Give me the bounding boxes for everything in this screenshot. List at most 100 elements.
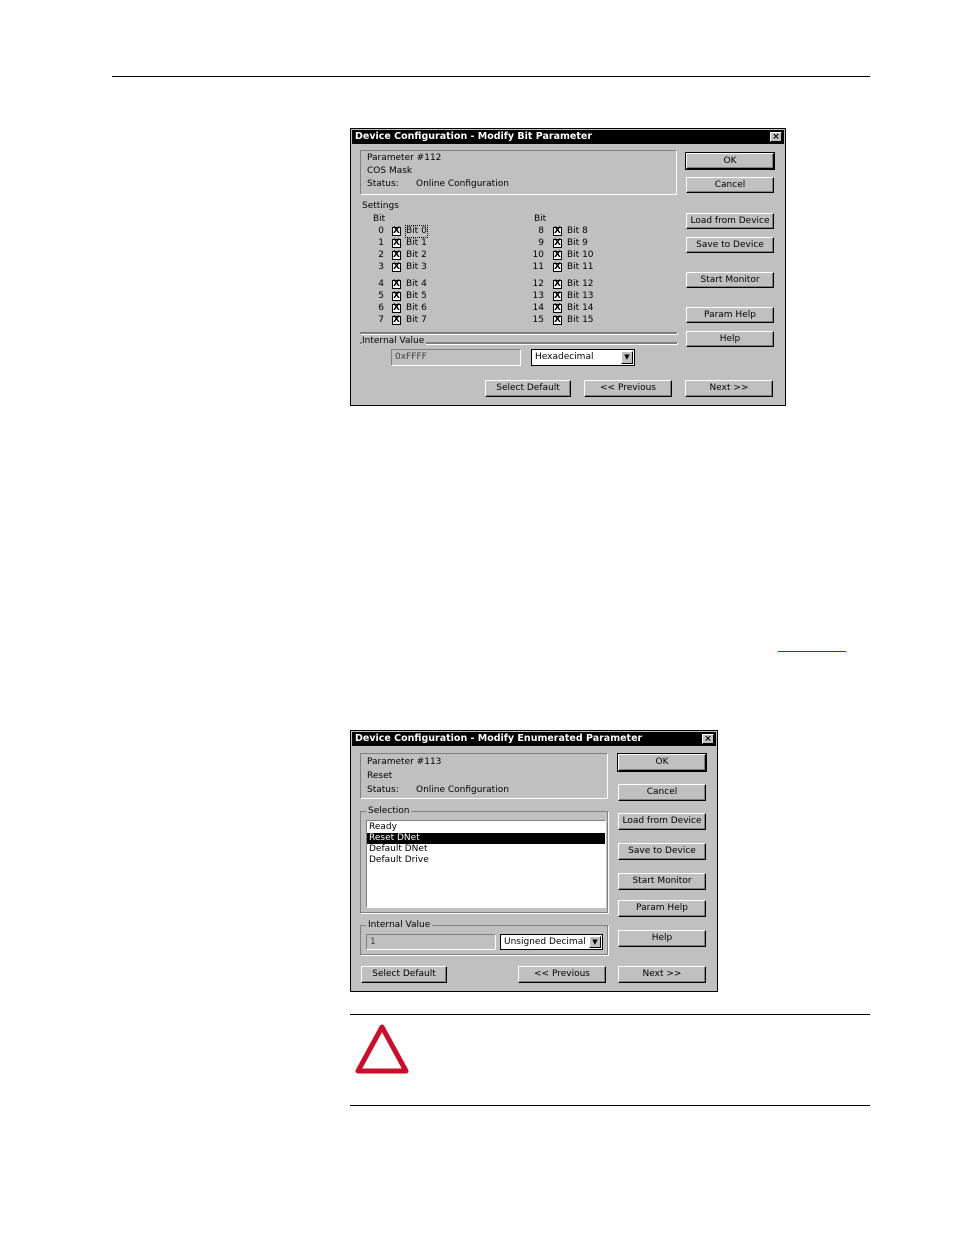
bit-label: Bit 12	[567, 279, 594, 289]
select-default-button[interactable]: Select Default	[361, 966, 447, 983]
bit-number: 14	[532, 303, 544, 313]
bit-checkbox[interactable]: X	[553, 239, 562, 248]
bit-checkbox[interactable]: X	[553, 292, 562, 301]
load-from-device-button[interactable]: Load from Device	[686, 213, 774, 229]
warning-bottom-rule	[350, 1105, 870, 1106]
list-item[interactable]: Ready	[367, 822, 605, 833]
bit-checkbox[interactable]: X	[553, 227, 562, 236]
bit-label: Bit 10	[567, 250, 594, 260]
bit-number: 10	[532, 250, 544, 260]
previous-button[interactable]: << Previous	[518, 966, 606, 983]
warning-top-rule	[350, 1014, 870, 1015]
selection-listbox[interactable]: Ready Reset DNet Default DNet Default Drive	[366, 820, 606, 908]
status-value: Online Configuration	[416, 179, 509, 189]
parameter-number: Parameter #113	[367, 757, 442, 767]
dialog-title-bar[interactable]: Device Configuration - Modify Enumerated…	[352, 732, 716, 746]
select-default-button[interactable]: Select Default	[485, 380, 571, 397]
bit-label: Bit 4	[406, 279, 427, 289]
bit-label: Bit 14	[567, 303, 594, 313]
status-label: Status:	[367, 179, 399, 189]
bit-checkbox[interactable]: X	[392, 227, 401, 236]
start-monitor-button[interactable]: Start Monitor	[686, 272, 774, 288]
bit-checkbox[interactable]: X	[392, 304, 401, 313]
next-button[interactable]: Next >>	[685, 380, 773, 397]
dialog-title-bar[interactable]: Device Configuration - Modify Bit Parame…	[352, 130, 784, 144]
bit-checkbox[interactable]: X	[392, 292, 401, 301]
bit-checkbox[interactable]: X	[392, 251, 401, 260]
bit-checkbox[interactable]: X	[553, 280, 562, 289]
internal-value-label: Internal Value	[366, 920, 433, 931]
cancel-button[interactable]: Cancel	[686, 177, 774, 193]
bit-number: 9	[538, 238, 544, 248]
list-item[interactable]: Default Drive	[367, 855, 605, 866]
settings-label: Settings	[362, 201, 399, 211]
bit-label: Bit 15	[567, 315, 594, 325]
bit-checkbox[interactable]: X	[553, 251, 562, 260]
selection-label: Selection	[366, 806, 412, 817]
internal-value-field: 0xFFFF	[391, 349, 521, 366]
modify-bit-parameter-dialog: Device Configuration - Modify Bit Parame…	[350, 128, 786, 406]
list-item[interactable]: Default DNet	[367, 844, 605, 855]
bit-label: Bit 8	[567, 226, 588, 236]
bit-label: Bit 7	[406, 315, 427, 325]
status-label: Status:	[367, 785, 399, 795]
bit-number: 5	[378, 291, 384, 301]
ok-button[interactable]: OK	[685, 152, 775, 170]
bit-checkbox[interactable]: X	[553, 316, 562, 325]
bit-checkbox[interactable]: X	[553, 304, 562, 313]
bit-number: 3	[378, 262, 384, 272]
bit-checkbox[interactable]: X	[392, 239, 401, 248]
format-select-value: Hexadecimal	[535, 352, 594, 362]
bit-checkbox[interactable]: X	[392, 263, 401, 272]
bit-label: Bit 11	[567, 262, 594, 272]
bit-label: Bit 0	[405, 225, 428, 238]
bit-number: 4	[378, 279, 384, 289]
help-button[interactable]: Help	[618, 930, 706, 947]
internal-value-text: 1	[370, 937, 376, 947]
format-select[interactable]: Unsigned Decimal ▼	[500, 934, 603, 950]
bit-checkbox[interactable]: X	[392, 280, 401, 289]
bit-checkbox[interactable]: X	[553, 263, 562, 272]
format-select[interactable]: Hexadecimal ▼	[531, 349, 635, 366]
bit-number: 7	[378, 315, 384, 325]
bit-number: 2	[378, 250, 384, 260]
help-button[interactable]: Help	[686, 331, 774, 347]
bit-label: Bit 2	[406, 250, 427, 260]
bit-number: 1	[378, 238, 384, 248]
save-to-device-button[interactable]: Save to Device	[618, 843, 706, 860]
hyperlink-underline[interactable]	[778, 651, 846, 652]
bit-label: Bit 3	[406, 262, 427, 272]
param-help-button[interactable]: Param Help	[686, 307, 774, 323]
cancel-button[interactable]: Cancel	[618, 784, 706, 801]
modify-enumerated-parameter-dialog: Device Configuration - Modify Enumerated…	[350, 730, 718, 992]
internal-value-label: Internal Value	[362, 336, 427, 347]
page-header-rule	[112, 76, 870, 77]
ok-button[interactable]: OK	[617, 753, 707, 772]
param-help-button[interactable]: Param Help	[618, 900, 706, 917]
bit-number: 11	[532, 262, 544, 272]
bit-number: 6	[378, 303, 384, 313]
load-from-device-button[interactable]: Load from Device	[618, 813, 706, 830]
bit-label: Bit 5	[406, 291, 427, 301]
internal-value-field: 1	[366, 934, 496, 950]
bit-label: Bit 6	[406, 303, 427, 313]
bit-checkbox[interactable]: X	[392, 316, 401, 325]
internal-value-text: 0xFFFF	[395, 352, 427, 362]
list-item[interactable]: Reset DNet	[367, 833, 605, 844]
chevron-down-icon[interactable]: ▼	[589, 936, 601, 948]
parameter-name: COS Mask	[367, 166, 413, 176]
warning-triangle-icon	[355, 1024, 409, 1074]
bit-number: 0	[378, 226, 384, 236]
next-button[interactable]: Next >>	[618, 966, 706, 983]
dialog-title: Device Configuration - Modify Enumerated…	[355, 733, 643, 744]
format-select-value: Unsigned Decimal	[504, 937, 586, 947]
status-value: Online Configuration	[416, 785, 509, 795]
bit-number: 13	[532, 291, 544, 301]
start-monitor-button[interactable]: Start Monitor	[618, 873, 706, 890]
chevron-down-icon[interactable]: ▼	[621, 351, 633, 364]
close-icon[interactable]: ×	[702, 734, 714, 744]
previous-button[interactable]: << Previous	[584, 380, 672, 397]
save-to-device-button[interactable]: Save to Device	[686, 237, 774, 253]
close-icon[interactable]: ×	[770, 132, 782, 142]
bit-header-left: Bit	[373, 214, 386, 224]
